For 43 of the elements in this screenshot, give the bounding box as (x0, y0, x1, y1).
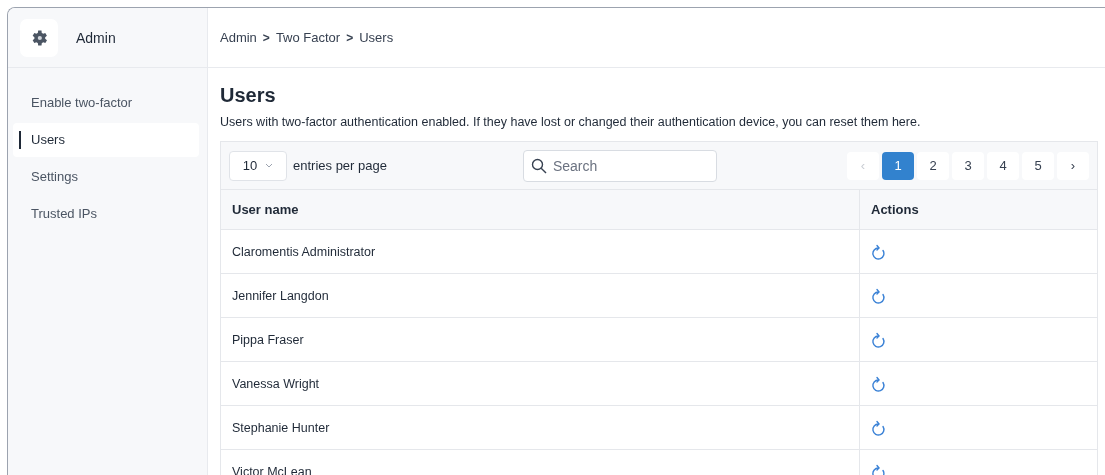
reset-icon (871, 462, 887, 475)
sidebar-item[interactable]: Enable two-factor (13, 86, 199, 120)
sidebar-item[interactable]: Settings (13, 160, 199, 194)
reset-icon (871, 374, 887, 393)
reset-icon (871, 418, 887, 437)
reset-button[interactable] (871, 374, 887, 393)
page-button[interactable]: 1 (882, 151, 914, 180)
chevron-down-icon (265, 163, 274, 168)
reset-icon (871, 286, 887, 305)
next-page-button[interactable]: › (1057, 151, 1089, 180)
reset-button[interactable] (871, 286, 887, 305)
breadcrumb-link[interactable]: Two Factor (275, 30, 341, 45)
page-button[interactable]: 2 (917, 151, 949, 180)
page-description: Users with two-factor authentication enabled. If they have lost or changed their authentication device, you can reset them here. (220, 115, 922, 129)
search-icon (530, 157, 547, 174)
page-size-select[interactable]: 10 (229, 150, 287, 181)
breadcrumb-separator: > (346, 30, 354, 45)
table-cell-text: Stephanie Hunter (231, 419, 331, 437)
page-button[interactable]: 3 (952, 151, 984, 180)
page-size-label: entries per page (293, 158, 387, 173)
breadcrumb-separator: > (262, 30, 270, 45)
reset-icon (871, 242, 887, 261)
search-field[interactable]: Search (522, 149, 717, 182)
reset-button[interactable] (871, 242, 887, 261)
sidebar-item[interactable]: Trusted IPs (13, 197, 199, 231)
page-button[interactable]: 5 (1022, 151, 1054, 180)
column-header: User name (231, 201, 300, 219)
reset-button[interactable] (871, 462, 887, 475)
breadcrumb-link[interactable]: Admin (220, 30, 257, 45)
reset-button[interactable] (871, 330, 887, 349)
reset-icon (871, 330, 887, 349)
app-name: Admin (76, 29, 116, 46)
table-cell-text: Victor McLean (231, 463, 313, 475)
table-cell-text: Claromentis Administrator (231, 243, 377, 261)
page-button[interactable]: 4 (987, 151, 1019, 180)
column-header: Actions (859, 190, 1097, 229)
table-cell-text: Pippa Fraser (231, 331, 305, 349)
table-cell-text: Jennifer Langdon (231, 287, 330, 305)
breadcrumb-link[interactable]: Users (359, 30, 394, 45)
table-cell-text: Vanessa Wright (231, 375, 321, 393)
page-title: Users (220, 84, 277, 107)
sidebar-item[interactable]: Users (13, 123, 199, 157)
reset-button[interactable] (871, 418, 887, 437)
